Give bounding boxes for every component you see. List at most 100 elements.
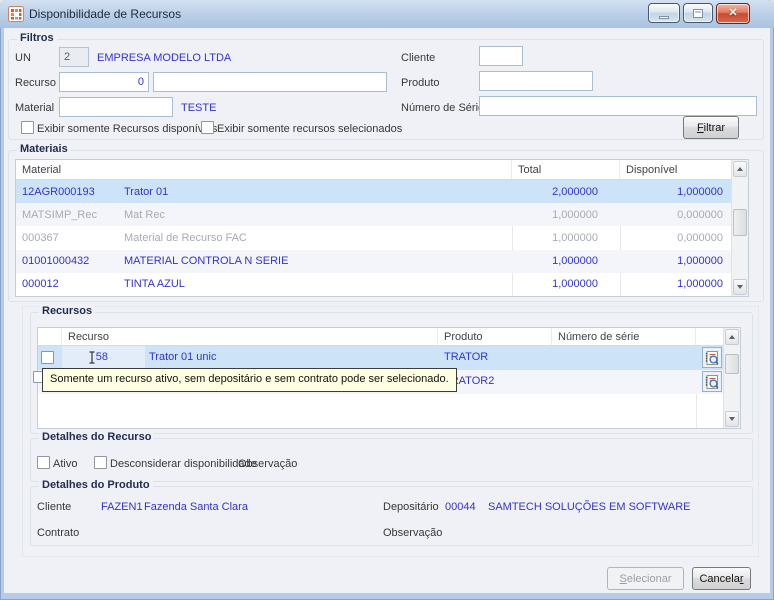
selecionar-button-mnemonic: S <box>620 573 627 585</box>
selecionar-button[interactable]: Selecionar <box>607 567 684 590</box>
only-available-label: Exibir somente Recursos disponíveis <box>37 123 217 135</box>
minimize-button[interactable] <box>648 3 680 23</box>
column-header-total[interactable]: Total <box>512 160 620 179</box>
numero-serie-label: Número de Série <box>401 102 484 114</box>
only-selected-label: Exibir somente recursos selecionados <box>217 123 402 135</box>
only-available-checkbox[interactable] <box>21 121 34 134</box>
materiais-group: Materiais Material Total Disponível 12AG… <box>8 150 764 302</box>
ativo-checkbox[interactable] <box>37 456 50 469</box>
recursos-scrollbar[interactable] <box>723 328 740 428</box>
column-header-numero-serie[interactable]: Número de série <box>552 328 696 345</box>
produto-input[interactable] <box>479 71 593 91</box>
close-button[interactable]: ✕ <box>716 3 750 24</box>
column-header-recurso[interactable]: Recurso <box>62 328 438 345</box>
recurso-label: Recurso <box>15 77 56 89</box>
cancelar-button[interactable]: Cancelar <box>692 567 751 590</box>
client-area: Filtros UN EMPRESA MODELO LTDA Cliente R… <box>4 28 770 593</box>
material-code: 000367 <box>16 232 124 244</box>
materiais-rows: 12AGR000193 Trator 01 2,000000 1,000000 … <box>16 180 731 296</box>
dialog-window: Disponibilidade de Recursos ✕ Filtros UN… <box>0 0 774 600</box>
scroll-thumb[interactable] <box>733 209 747 236</box>
material-name: Trator 01 <box>124 186 512 198</box>
titlebar[interactable]: Disponibilidade de Recursos ✕ <box>0 0 774 28</box>
material-row[interactable]: MATSIMP_Rec Mat Rec 1,000000 0,000000 <box>16 203 731 226</box>
close-icon: ✕ <box>728 8 737 19</box>
material-total: 1,000000 <box>512 209 620 221</box>
detalhes-produto-group-label: Detalhes do Produto <box>39 479 153 491</box>
produto-label: Produto <box>401 77 440 89</box>
cliente-label: Cliente <box>401 52 435 64</box>
arrow-up-icon <box>737 167 743 171</box>
material-code: 12AGR000193 <box>16 186 124 198</box>
recurso-row[interactable]: 58 Trator 01 unic TRATOR <box>38 346 723 370</box>
scroll-down-button[interactable] <box>725 411 739 427</box>
numero-serie-input[interactable] <box>479 96 757 116</box>
material-name: Material de Recurso FAC <box>124 232 512 244</box>
contrato-label: Contrato <box>37 527 79 539</box>
filtrar-button-rest: iltrar <box>704 122 725 134</box>
un-description: EMPRESA MODELO LTDA <box>97 52 231 64</box>
text-cursor-icon <box>88 351 96 367</box>
column-header-produto[interactable]: Produto <box>438 328 552 345</box>
materiais-group-label: Materiais <box>17 143 71 155</box>
column-header-checkbox[interactable] <box>38 328 62 345</box>
minimize-icon <box>659 16 669 19</box>
material-total: 1,000000 <box>512 232 620 244</box>
ativo-label: Ativo <box>53 458 77 470</box>
material-description: TESTE <box>181 102 216 114</box>
column-header-material[interactable]: Material <box>16 160 512 179</box>
arrow-down-icon <box>729 417 735 421</box>
filtrar-button[interactable]: Filtrar <box>683 116 739 139</box>
material-row[interactable]: 01001000432 MATERIAL CONTROLA N SERIE 1,… <box>16 250 731 273</box>
material-code: 01001000432 <box>16 255 124 267</box>
material-disponivel: 0,000000 <box>620 209 731 221</box>
material-name: Mat Rec <box>124 209 512 221</box>
cancelar-button-pre: Cancela <box>699 573 739 585</box>
scroll-track[interactable] <box>725 346 739 410</box>
lookup-button[interactable] <box>702 371 722 392</box>
filtrar-button-mnemonic: F <box>697 122 704 134</box>
material-label: Material <box>15 102 54 114</box>
recurso-checkbox[interactable] <box>41 351 54 364</box>
recurso-produto: TRATOR <box>444 351 488 363</box>
lookup-button[interactable] <box>702 347 722 368</box>
material-row[interactable]: 000367 Material de Recurso FAC 1,000000 … <box>16 226 731 249</box>
un-input[interactable] <box>59 47 89 67</box>
scroll-track[interactable] <box>733 178 747 278</box>
scroll-up-button[interactable] <box>733 161 747 177</box>
materiais-scrollbar[interactable] <box>731 160 748 296</box>
un-label: UN <box>15 52 31 64</box>
column-header-disponivel[interactable]: Disponível <box>620 160 731 179</box>
recurso-code: 58 <box>62 351 108 363</box>
column-header-actions <box>696 328 723 345</box>
depositario-name: SAMTECH SOLUÇÕES EM SOFTWARE <box>488 501 691 513</box>
window-title: Disponibilidade de Recursos <box>29 7 181 21</box>
scroll-down-button[interactable] <box>733 279 747 295</box>
scroll-thumb[interactable] <box>725 354 739 374</box>
material-row[interactable]: 000012 TINTA AZUL 1,000000 1,000000 <box>16 273 731 296</box>
cliente-input[interactable] <box>479 46 523 66</box>
filtros-group: Filtros UN EMPRESA MODELO LTDA Cliente R… <box>8 39 764 140</box>
material-disponivel: 1,000000 <box>620 186 731 198</box>
arrow-down-icon <box>737 285 743 289</box>
selecionar-button-rest: elecionar <box>627 573 672 585</box>
detalhes-produto-group: Detalhes do Produto Cliente FAZEN1 Fazen… <box>30 486 753 546</box>
desconsiderar-checkbox[interactable] <box>94 456 107 469</box>
detalhes-recurso-group: Detalhes do Recurso Ativo Desconsiderar … <box>30 438 753 482</box>
validation-tooltip: Somente um recurso ativo, sem depositári… <box>42 368 457 392</box>
scroll-up-button[interactable] <box>725 329 739 345</box>
cliente-code: FAZEN1 <box>101 501 143 513</box>
recurso-code-input[interactable] <box>59 72 149 92</box>
material-code: 000012 <box>16 278 124 290</box>
arrow-up-icon <box>729 335 735 339</box>
material-row[interactable]: 12AGR000193 Trator 01 2,000000 1,000000 <box>16 180 731 203</box>
recurso-name-input[interactable] <box>153 72 387 92</box>
material-input[interactable] <box>59 97 173 117</box>
material-name: TINTA AZUL <box>124 278 512 290</box>
maximize-button[interactable] <box>683 3 713 23</box>
material-disponivel: 1,000000 <box>620 255 731 267</box>
depositario-label: Depositário <box>383 501 439 513</box>
material-name: MATERIAL CONTROLA N SERIE <box>124 255 512 267</box>
only-selected-checkbox[interactable] <box>201 121 214 134</box>
recurso-name: Trator 01 unic <box>149 351 216 363</box>
